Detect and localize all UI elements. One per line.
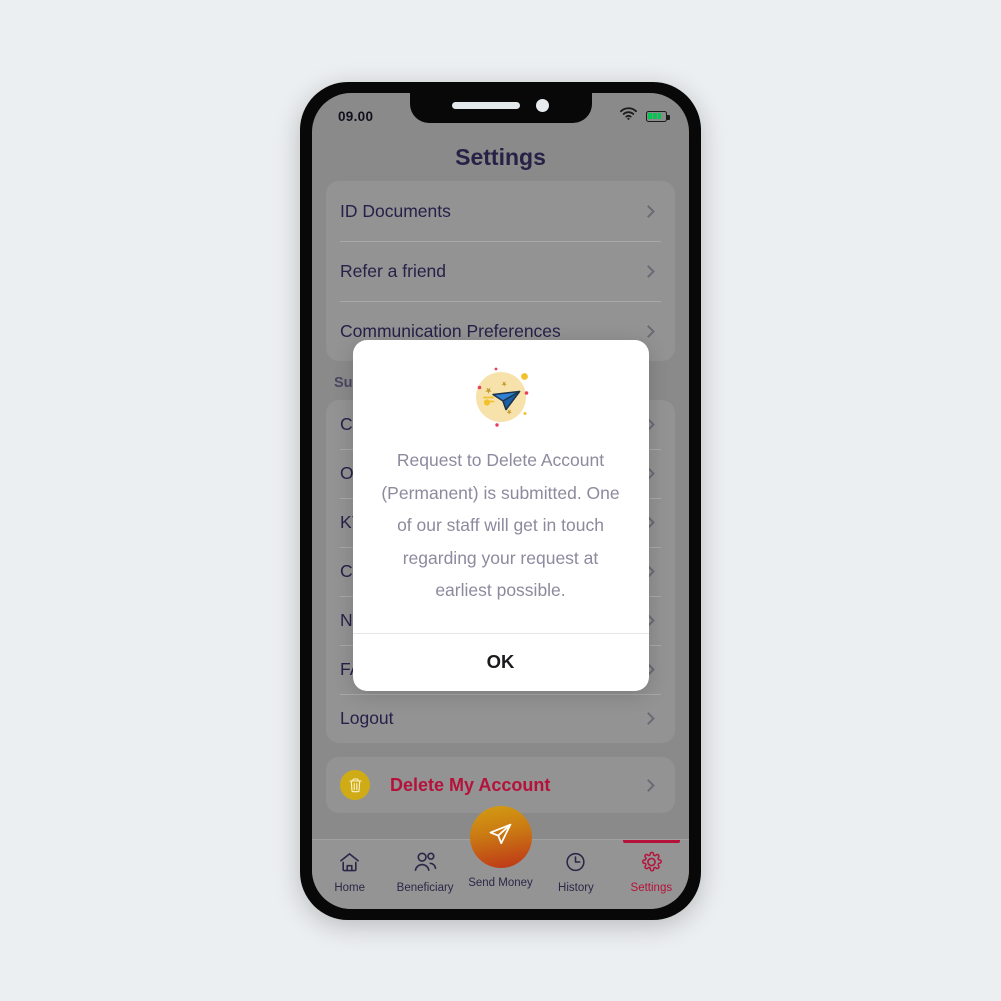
app-screenshot: 09.00 Settings ID Documents Refer a frie…: [0, 0, 1001, 1001]
phone-frame: 09.00 Settings ID Documents Refer a frie…: [300, 82, 701, 920]
delete-account-confirmation-dialog: Request to Delete Account (Permanent) is…: [352, 340, 649, 691]
phone-screen: 09.00 Settings ID Documents Refer a frie…: [312, 93, 689, 909]
dialog-message: Request to Delete Account (Permanent) is…: [381, 450, 620, 600]
paper-plane-illustration: [353, 340, 649, 438]
dialog-ok-button[interactable]: OK: [353, 634, 649, 691]
